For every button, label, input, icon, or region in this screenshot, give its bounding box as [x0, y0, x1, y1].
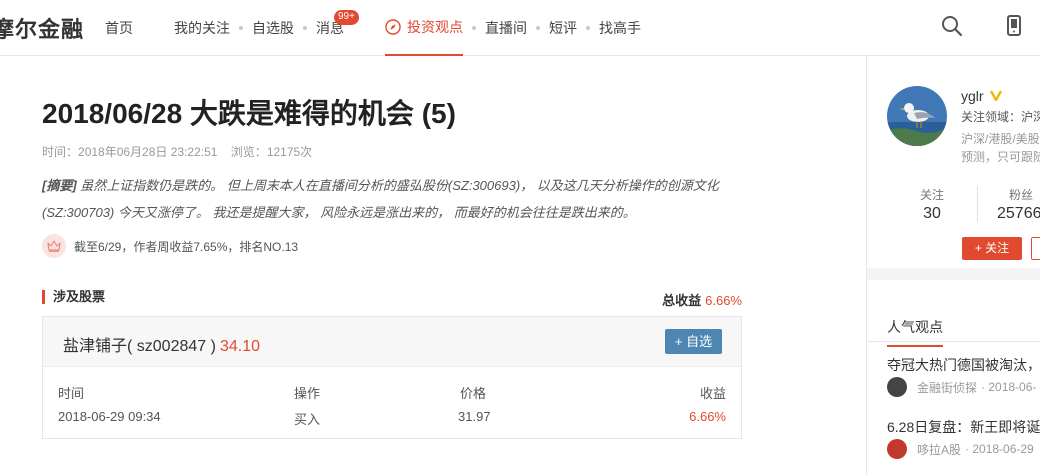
nav-my-follow-label: 我的关注 [174, 20, 230, 36]
author-performance: 截至6/29，作者周收益7.65%，排名NO.13 [42, 233, 298, 259]
stock-name[interactable]: 盐津铺子( sz002847 ) 34.10 [63, 332, 260, 356]
nav-investment-views-label: 投资观点 [407, 19, 463, 35]
views-label: 浏览： [230, 145, 267, 159]
popular-item-title[interactable]: 夺冠大热门德国被淘汰， [887, 355, 1040, 375]
site-logo[interactable]: 摩尔金融 [0, 12, 84, 44]
article-time: 2018年06月28日 23:22:51 [78, 145, 218, 159]
follow-button[interactable]: + 关注 [962, 237, 1022, 260]
column-header-price: 价格 [460, 386, 487, 401]
nav-watchlist-label: 自选股 [252, 20, 294, 36]
summary-tag: [摘要] [42, 178, 77, 193]
stat-divider [977, 186, 978, 222]
main-nav: 首页 我的关注 自选股 消息 99+ 投资观点 直播间 短评 找高手 [105, 0, 641, 56]
nav-separator [536, 26, 540, 30]
author-name-text: yglr [961, 88, 984, 104]
author-name[interactable]: yglr [961, 88, 1003, 104]
popular-views-title: 人气观点 [887, 317, 943, 347]
total-gain-value: 6.66% [705, 293, 742, 308]
total-gain: 总收益 6.66% [662, 290, 742, 309]
nav-home-label: 首页 [105, 20, 133, 36]
popular-item-meta: 哆拉A股 · 2018-06-29 [887, 439, 1034, 459]
fans-stat[interactable]: 粉丝 25766 [997, 186, 1040, 223]
following-count: 30 [923, 205, 941, 222]
author-avatar[interactable] [887, 86, 947, 146]
author-avatar-small[interactable] [887, 439, 907, 459]
crown-icon [42, 234, 66, 258]
stock-header-row: 盐津铺子( sz002847 ) 34.10 + 自选 [43, 317, 741, 367]
focus-label: 关注领域： [961, 110, 1022, 124]
summary-text: 虽然上证指数仍是跌的。 但上周末本人在直播间分析的盛弘股份(SZ:300693)… [42, 178, 719, 220]
nav-messages[interactable]: 消息 99+ [316, 0, 359, 56]
column-header-time: 时间 [58, 386, 85, 401]
related-stocks-title: 涉及股票 [42, 290, 105, 304]
popular-views-panel: 人气观点 夺冠大热门德国被淘汰， 金融街侦探 · 2018-06- 6.28日复… [867, 280, 1040, 475]
message-count-badge: 99+ [334, 10, 359, 25]
focus-tags: 沪深/港股/美股 预测，只可跟随 [961, 130, 1040, 166]
fans-label: 粉丝 [1009, 188, 1034, 202]
article-views: 12175次 [266, 145, 313, 159]
popular-item-title[interactable]: 6.28日复盘：新王即将诞 [887, 417, 1040, 437]
top-nav-bar: 摩尔金融 首页 我的关注 自选股 消息 99+ 投资观点 直播间 短评 找高手 [0, 0, 1040, 56]
search-icon[interactable] [940, 14, 964, 38]
following-stat[interactable]: 关注 30 [914, 186, 950, 223]
nav-separator [303, 26, 307, 30]
article-meta: 时间：2018年06月28日 23:22:51 浏览：12175次 [42, 143, 312, 160]
following-label: 关注 [919, 188, 944, 202]
popular-item-author[interactable]: 金融街侦探 [917, 379, 977, 396]
column-header-action: 操作 [294, 386, 321, 401]
related-stocks-header: 涉及股票 总收益 6.66% [42, 290, 742, 309]
time-label: 时间： [42, 145, 79, 159]
verified-v-icon [990, 90, 1003, 101]
focus-area: 关注领域：沪深 [961, 108, 1040, 125]
compass-icon [385, 19, 401, 35]
nav-find-experts[interactable]: 找高手 [599, 0, 641, 56]
stock-name-text: 盐津铺子( sz002847 ) [63, 338, 216, 355]
nav-short-comments[interactable]: 短评 [549, 0, 577, 56]
nav-watchlist[interactable]: 自选股 [252, 0, 294, 56]
article-summary: [摘要] 虽然上证指数仍是跌的。 但上周末本人在直播间分析的盛弘股份(SZ:30… [42, 172, 742, 226]
trade-action: 买入 [294, 412, 321, 427]
focus-tags-line-1: 沪深/港股/美股 [961, 132, 1040, 146]
nav-home[interactable]: 首页 [105, 0, 133, 56]
stock-price: 34.10 [219, 338, 260, 355]
nav-live-room-label: 直播间 [485, 20, 527, 36]
fans-count: 25766 [997, 205, 1040, 222]
focus-value: 沪深 [1021, 110, 1040, 124]
performance-text: 截至6/29，作者周收益7.65%，排名NO.13 [74, 239, 299, 254]
stock-card: 盐津铺子( sz002847 ) 34.10 + 自选 时间 操作 价格 收益 2… [42, 316, 742, 439]
nav-separator [239, 26, 243, 30]
nav-short-comments-label: 短评 [549, 20, 577, 36]
message-button[interactable] [1031, 237, 1040, 260]
nav-separator [586, 26, 590, 30]
nav-live-room[interactable]: 直播间 [485, 0, 527, 56]
popular-item-meta: 金融街侦探 · 2018-06- [887, 377, 1036, 397]
trade-gain: 6.66% [689, 409, 726, 424]
total-gain-label: 总收益 [662, 293, 702, 308]
popular-item-author[interactable]: 哆拉A股 [917, 441, 961, 458]
focus-tags-line-2: 预测，只可跟随 [961, 150, 1040, 164]
popular-views-divider [867, 341, 1040, 342]
popular-item-date: · 2018-06-29 [965, 442, 1034, 456]
mobile-phone-icon[interactable] [1004, 14, 1024, 38]
author-avatar-small[interactable] [887, 377, 907, 397]
nav-separator [472, 26, 476, 30]
column-header-gain: 收益 [699, 386, 726, 401]
nav-find-experts-label: 找高手 [599, 20, 641, 36]
nav-my-follow[interactable]: 我的关注 [174, 0, 230, 56]
trade-time: 2018-06-29 09:34 [58, 409, 161, 424]
nav-investment-views[interactable]: 投资观点 [385, 0, 463, 56]
add-to-watchlist-button[interactable]: + 自选 [665, 329, 722, 354]
author-profile-card: yglr 关注领域：沪深 沪深/港股/美股 预测，只可跟随 关注 30 粉丝 2… [867, 56, 1040, 268]
trade-price: 31.97 [458, 409, 491, 424]
article-title: 2018/06/28 大跌是难得的机会 (5) [42, 98, 456, 129]
popular-item-date: · 2018-06- [981, 380, 1037, 394]
